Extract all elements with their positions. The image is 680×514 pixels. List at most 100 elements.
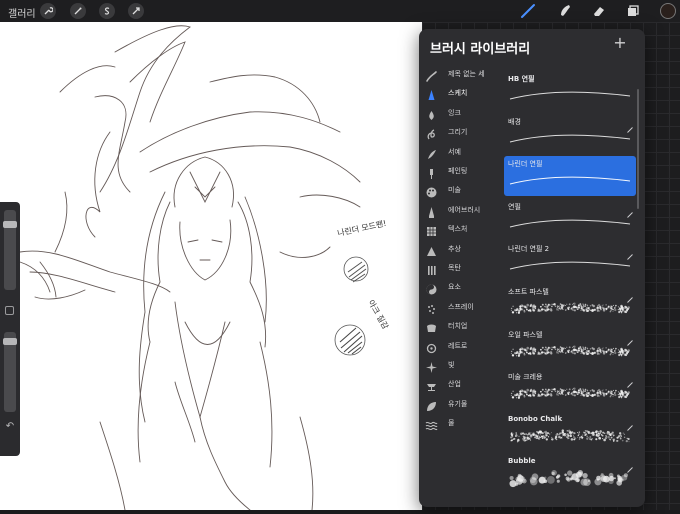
brush-category-item[interactable]: 물 (419, 414, 503, 433)
brush-category-label: 레트로 (448, 341, 468, 350)
brush-item[interactable]: 오일 파스텔 (504, 327, 636, 367)
brush-category-item[interactable]: 추상 (419, 240, 503, 259)
brush-edit-icon[interactable] (627, 118, 633, 133)
annotation-text-2: 아크 질감 (366, 298, 391, 331)
color-picker-swatch[interactable] (660, 3, 676, 19)
brush-size-thumb[interactable] (3, 221, 17, 228)
brush-stroke-preview (510, 429, 630, 443)
retro-star-icon (425, 340, 438, 353)
texture-grid-icon (425, 223, 438, 237)
brush-name: Bubble (508, 457, 536, 466)
brush-list-scrollbar[interactable] (637, 89, 639, 209)
spray-can-icon (425, 301, 438, 314)
ink-drop-icon (425, 107, 438, 120)
plus-icon[interactable]: + (612, 35, 628, 51)
brush-item[interactable]: 미술 크레용 (504, 369, 636, 409)
brush-category-label: 그리기 (448, 128, 468, 137)
sketch-artwork: 나린더 모드펜! 아크 질감 (19, 25, 391, 511)
wrench-icon[interactable] (40, 3, 56, 19)
brush-category-item[interactable]: 산업 (419, 375, 503, 394)
magic-wand-icon[interactable] (70, 3, 86, 19)
brush-category-label: 스프레이 (448, 302, 474, 311)
drawing-swirl-icon (425, 126, 438, 140)
brush-item[interactable]: HB 연필 (504, 71, 636, 111)
yin-yang-icon (425, 281, 438, 295)
brush-item[interactable]: 연필 (504, 199, 636, 239)
brush-category-label: 서예 (448, 147, 461, 156)
brush-edit-icon[interactable] (627, 288, 633, 303)
anvil-icon (425, 378, 438, 392)
brush-item[interactable]: 배경 (504, 114, 636, 154)
brush-edit-icon[interactable] (627, 416, 633, 431)
brush-item[interactable]: Bubble (504, 454, 636, 494)
brush-category-item[interactable]: 미술 (419, 181, 503, 200)
brush-item[interactable]: 나린더 연필 2 (504, 241, 636, 281)
triangle-icon (425, 243, 438, 256)
brush-category-item[interactable]: 레트로 (419, 337, 503, 356)
brush-category-item[interactable]: 목탄 (419, 259, 503, 278)
sparkle-icon (425, 359, 438, 373)
drawing-canvas[interactable]: 나린더 모드펜! 아크 질감 (0, 22, 422, 511)
brush-category-label: 목탄 (448, 264, 461, 272)
waves-icon (425, 417, 438, 431)
leaf-icon (425, 398, 438, 411)
brush-edit-icon[interactable] (627, 458, 633, 474)
brush-category-item[interactable]: 잉크 (419, 104, 503, 123)
brush-library-title: 브러시 라이브러리 (430, 42, 531, 57)
brush-category-item[interactable]: 스프레이 (419, 298, 503, 317)
brush-category-label: 유기물 (448, 399, 468, 408)
brush-category-label: 추상 (448, 244, 461, 253)
selection-s-icon[interactable] (99, 3, 115, 19)
eraser-icon[interactable] (590, 3, 608, 19)
brush-category-label: 스케치 (448, 89, 468, 98)
charcoal-icon (425, 262, 438, 275)
touchup-icon (425, 320, 438, 333)
brush-item[interactable]: 소프트 파스텔 (504, 284, 636, 324)
brush-category-label: 에어브러시 (448, 205, 481, 214)
brush-category-item[interactable]: 스케치 (419, 84, 503, 103)
gallery-button[interactable]: 갤러리 (8, 5, 36, 20)
brush-category-item[interactable]: 빛 (419, 356, 503, 375)
brush-edit-icon[interactable] (627, 245, 633, 261)
smudge-icon[interactable] (556, 3, 574, 19)
brush-icon[interactable] (519, 3, 537, 19)
paint-brush-icon (425, 165, 438, 179)
modify-button[interactable] (5, 306, 14, 315)
top-toolbar: 갤러리 (0, 0, 680, 22)
brush-category-label: 페인팅 (448, 167, 468, 175)
brush-category-item[interactable]: 에어브러시 (419, 201, 503, 220)
brush-stroke-preview (510, 345, 630, 357)
brush-stroke-preview (510, 302, 630, 314)
brush-edit-icon[interactable] (627, 373, 633, 389)
brush-category-label: 산업 (448, 380, 461, 389)
brush-item[interactable]: 나린더 연필 (504, 156, 636, 197)
brush-stroke-preview (509, 219, 631, 228)
brush-edit-icon[interactable] (627, 203, 633, 218)
layers-icon[interactable] (624, 3, 642, 19)
brush-category-item[interactable]: 페인팅 (419, 162, 503, 181)
brush-category-label: 제목 없는 세 (448, 70, 485, 78)
pencil-tip-icon (425, 87, 438, 101)
brush-category-item[interactable]: 요소 (419, 278, 503, 297)
brush-category-item[interactable]: 터치업 (419, 317, 503, 336)
brush-library-panel: 브러시 라이브러리 + 제목 없는 세스케치잉크그리기서예페인팅미술에어브러시텍… (419, 29, 645, 507)
brush-stroke-preview (509, 261, 631, 270)
brush-category-label: 물 (448, 419, 455, 428)
brush-category-item[interactable]: 그리기 (419, 123, 503, 142)
airbrush-icon (425, 204, 438, 218)
brush-category-item[interactable]: 텍스처 (419, 220, 503, 239)
opacity-thumb[interactable] (3, 338, 17, 345)
brush-category-label: 요소 (448, 283, 461, 292)
palette-icon (425, 184, 438, 198)
brush-category-item[interactable]: 서예 (419, 143, 503, 162)
brush-category-item[interactable]: 유기물 (419, 395, 503, 414)
brush-category-item[interactable]: 제목 없는 세 (419, 65, 503, 84)
undo-icon[interactable]: ↶ (4, 421, 16, 433)
brush-edit-icon[interactable] (627, 331, 633, 346)
brush-stroke-preview (509, 176, 631, 185)
brush-item[interactable]: Bonobo Chalk (504, 412, 636, 452)
brush-category-label: 텍스처 (448, 225, 468, 234)
transform-arrow-icon[interactable] (128, 3, 144, 19)
brush-category-label: 잉크 (448, 108, 461, 117)
brush-category-label: 빛 (448, 361, 455, 369)
